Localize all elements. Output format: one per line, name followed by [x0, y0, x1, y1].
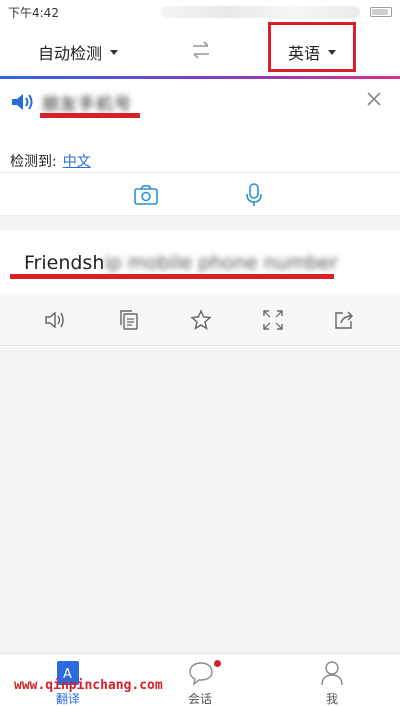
close-icon[interactable] [366, 91, 382, 107]
status-icons [160, 6, 360, 18]
share-icon[interactable] [333, 309, 355, 331]
tab-me-label: 我 [325, 692, 338, 706]
source-language-label: 自动检测 [38, 44, 103, 63]
chevron-down-icon [110, 49, 119, 55]
empty-content-area [0, 347, 400, 653]
person-icon [321, 661, 343, 686]
result-panel: Friendship mobile phone number [0, 230, 400, 294]
status-bar: 下午4:42 [0, 0, 400, 24]
source-language-selector[interactable]: 自动检测 [38, 40, 119, 64]
result-text-blurred: ip mobile phone number [104, 252, 338, 274]
notification-badge [214, 660, 221, 667]
tab-me[interactable]: 我 [302, 658, 362, 706]
source-panel: 朋友手机号 检测到: 中文 [0, 79, 400, 171]
status-time: 下午4:42 [8, 6, 59, 20]
result-text-underline [10, 274, 334, 279]
section-separator [0, 216, 400, 230]
copy-icon[interactable] [118, 309, 140, 331]
battery-icon [370, 7, 392, 17]
detected-language: 检测到: 中文 [10, 151, 91, 171]
tab-conversation[interactable]: 会话 [170, 658, 230, 706]
result-text-visible: Friendsh [24, 252, 105, 274]
speaker-icon[interactable] [10, 91, 36, 113]
microphone-icon[interactable] [244, 182, 264, 208]
chat-bubble-icon [189, 662, 213, 686]
source-text-underline [40, 113, 140, 118]
camera-icon[interactable] [133, 183, 159, 207]
highlight-box [268, 22, 356, 72]
star-icon[interactable] [190, 309, 212, 331]
input-tools [0, 172, 400, 216]
fullscreen-icon[interactable] [262, 309, 284, 331]
detected-language-link[interactable]: 中文 [63, 154, 91, 170]
detected-label: 检测到: [10, 154, 57, 170]
watermark: www.qinpinchang.com [14, 678, 163, 693]
result-actions [0, 294, 400, 346]
tab-conversation-label: 会话 [187, 692, 212, 706]
speaker-icon[interactable] [44, 309, 66, 331]
swap-arrows-icon[interactable] [190, 40, 212, 60]
result-text[interactable]: Friendship mobile phone number [24, 252, 338, 274]
source-text[interactable]: 朋友手机号 [42, 90, 132, 115]
